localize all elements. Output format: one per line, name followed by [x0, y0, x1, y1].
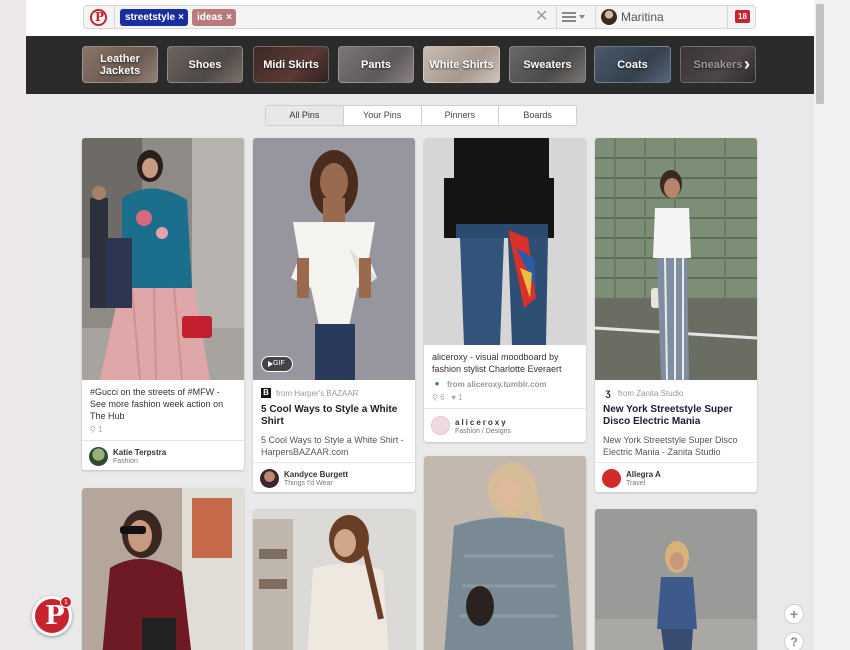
pin-image[interactable] [82, 138, 244, 380]
pinner-name[interactable]: Katie Terpstra [113, 448, 166, 457]
divider [556, 6, 557, 28]
pin-description: aliceroxy - visual moodboard by fashion … [432, 352, 562, 374]
pinner-name[interactable]: aliceroxy [455, 418, 508, 427]
board-name[interactable]: Fashion [113, 458, 138, 465]
tab-all-pins[interactable]: All Pins [266, 106, 344, 125]
avatar[interactable] [431, 416, 450, 435]
search-bar[interactable]: streetstyle × ideas × ✕ [83, 5, 612, 29]
heart-icon: ♥ [451, 393, 456, 402]
pinterest-app: streetstyle × ideas × ✕ Maritina 18 Leat… [26, 0, 814, 650]
search-token-streetstyle[interactable]: streetstyle × [120, 9, 188, 26]
filter-tabs: All Pins Your Pins Pinners Boards [265, 105, 577, 126]
source-logo-icon: B [261, 388, 271, 398]
pin-photo [595, 509, 757, 650]
pin-image[interactable] [595, 138, 757, 380]
pin-card[interactable] [82, 488, 244, 650]
pin-card[interactable]: ʒ from Zanita Studio New York Streetstyl… [595, 138, 757, 492]
token-label: streetstyle [125, 12, 176, 23]
category-sweaters[interactable]: Sweaters [509, 46, 586, 83]
remove-token-icon[interactable]: × [178, 9, 184, 26]
repin-icon: ⚲ [432, 393, 438, 402]
pin-footer[interactable]: Katie Terpstra Fashion [82, 440, 244, 470]
pin-photo [424, 456, 586, 650]
pin-photo [253, 509, 415, 650]
avatar[interactable] [602, 469, 621, 488]
board-name[interactable]: Things I'd Wear [284, 480, 333, 487]
pinner-name[interactable]: Kandyce Burgett [284, 470, 348, 479]
notifications-badge[interactable]: 18 [735, 10, 750, 23]
pin-card[interactable] [253, 509, 415, 650]
pin-footer[interactable]: Kandyce Burgett Things I'd Wear [253, 462, 415, 492]
pin-stats: ⚲ 1 [90, 425, 103, 434]
avatar[interactable] [601, 9, 617, 25]
category-shoes[interactable]: Shoes [167, 46, 243, 83]
pin-source[interactable]: ● from aliceroxy.tumblr.com [424, 375, 586, 393]
chevron-down-icon[interactable] [579, 15, 585, 19]
source-logo-icon: ʒ [605, 388, 611, 399]
pin-source[interactable]: ʒ from Zanita Studio [595, 380, 757, 402]
pin-stats: ⚲ 6 ♥ 1 [432, 393, 463, 402]
pin-image[interactable]: GIF [253, 138, 415, 380]
pin-photo [595, 138, 757, 380]
window-margin [826, 0, 850, 650]
pin-photo [253, 138, 415, 380]
search-token-ideas[interactable]: ideas × [192, 9, 236, 26]
add-pin-button[interactable]: + [784, 604, 804, 624]
remove-token-icon[interactable]: × [226, 9, 232, 26]
pin-card[interactable] [424, 456, 586, 650]
pin-title[interactable]: 5 Cool Ways to Style a White Shirt [253, 402, 415, 428]
tab-boards[interactable]: Boards [499, 106, 576, 125]
user-name[interactable]: Maritina [621, 10, 664, 24]
tab-pinners[interactable]: Pinners [422, 106, 500, 125]
scrollbar-thumb[interactable] [816, 4, 824, 104]
pin-photo [424, 138, 586, 345]
tumblr-icon: ● [434, 379, 440, 388]
pinterest-logo-icon[interactable] [90, 9, 107, 26]
pin-card[interactable]: aliceroxy - visual moodboard by fashion … [424, 138, 586, 442]
category-coats[interactable]: Coats [594, 46, 671, 83]
category-white-shirts[interactable]: White Shirts [423, 46, 500, 83]
pin-description: New York Streetstyle Super Disco Electri… [603, 435, 738, 457]
scrollbar[interactable] [814, 0, 826, 650]
category-bar: Leather Jackets Shoes Midi Skirts Pants … [26, 36, 814, 94]
token-label: ideas [197, 12, 223, 23]
avatar[interactable] [89, 447, 108, 466]
pin-source[interactable]: B from Harper's BAZAAR [253, 380, 415, 402]
avatar[interactable] [260, 469, 279, 488]
category-leather-jackets[interactable]: Leather Jackets [82, 46, 158, 83]
pin-title[interactable]: New York Streetstyle Super Disco Electri… [595, 402, 757, 428]
pin-footer[interactable]: aliceroxy Fashion / Designs [424, 408, 586, 442]
pin-description: #Gucci on the streets of #MFW - See more… [90, 387, 224, 421]
header: streetstyle × ideas × ✕ Maritina 18 [26, 0, 814, 36]
pin-card[interactable]: GIF B from Harper's BAZAAR 5 Cool Ways t… [253, 138, 415, 492]
category-midi-skirts[interactable]: Midi Skirts [253, 46, 329, 83]
tab-your-pins[interactable]: Your Pins [344, 106, 422, 125]
divider [114, 6, 115, 28]
user-menu[interactable]: Maritina 18 [595, 5, 756, 29]
pin-card[interactable]: #Gucci on the streets of #MFW - See more… [82, 138, 244, 470]
notification-badge[interactable]: 1 [60, 596, 72, 608]
pin-card[interactable] [595, 509, 757, 650]
repin-icon: ⚲ [90, 425, 96, 434]
board-name[interactable]: Fashion / Designs [455, 428, 511, 435]
clear-icon[interactable]: ✕ [535, 8, 548, 26]
category-pants[interactable]: Pants [338, 46, 414, 83]
pin-footer[interactable]: Allegra A Travel [595, 462, 757, 492]
pin-image[interactable] [424, 138, 586, 345]
pin-description: 5 Cool Ways to Style a White Shirt - Har… [261, 435, 404, 457]
gif-play-button[interactable]: GIF [261, 356, 293, 372]
pin-photo [82, 488, 244, 650]
board-name[interactable]: Travel [626, 480, 645, 487]
pinner-name[interactable]: Allegra A [626, 470, 661, 479]
pin-photo [82, 138, 244, 380]
help-button[interactable]: ? [784, 632, 804, 650]
chevron-right-icon[interactable]: › [744, 54, 750, 75]
divider [727, 6, 728, 28]
menu-icon[interactable] [562, 12, 576, 22]
